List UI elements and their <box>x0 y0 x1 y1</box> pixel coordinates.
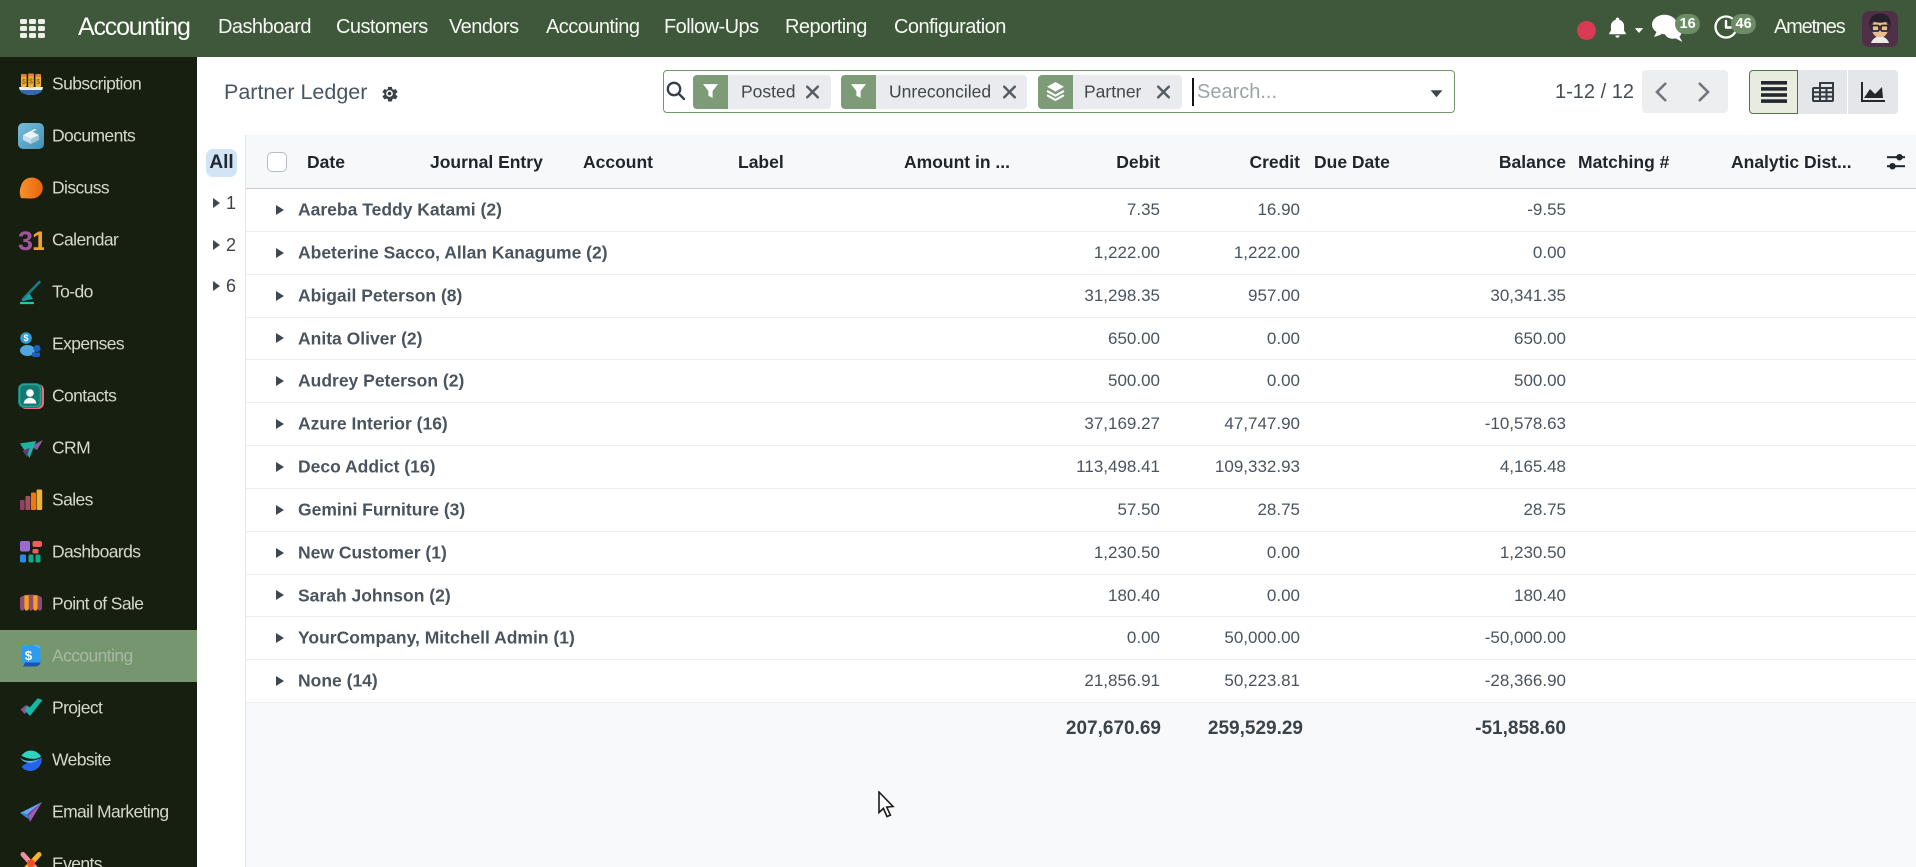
svg-text:$: $ <box>22 79 26 86</box>
svg-text:$: $ <box>36 79 40 86</box>
svg-text:$: $ <box>25 648 33 663</box>
svg-text:$: $ <box>29 79 33 86</box>
svg-text:3: 3 <box>18 227 33 253</box>
svg-text:1: 1 <box>32 227 44 253</box>
svg-text:$: $ <box>23 333 28 343</box>
